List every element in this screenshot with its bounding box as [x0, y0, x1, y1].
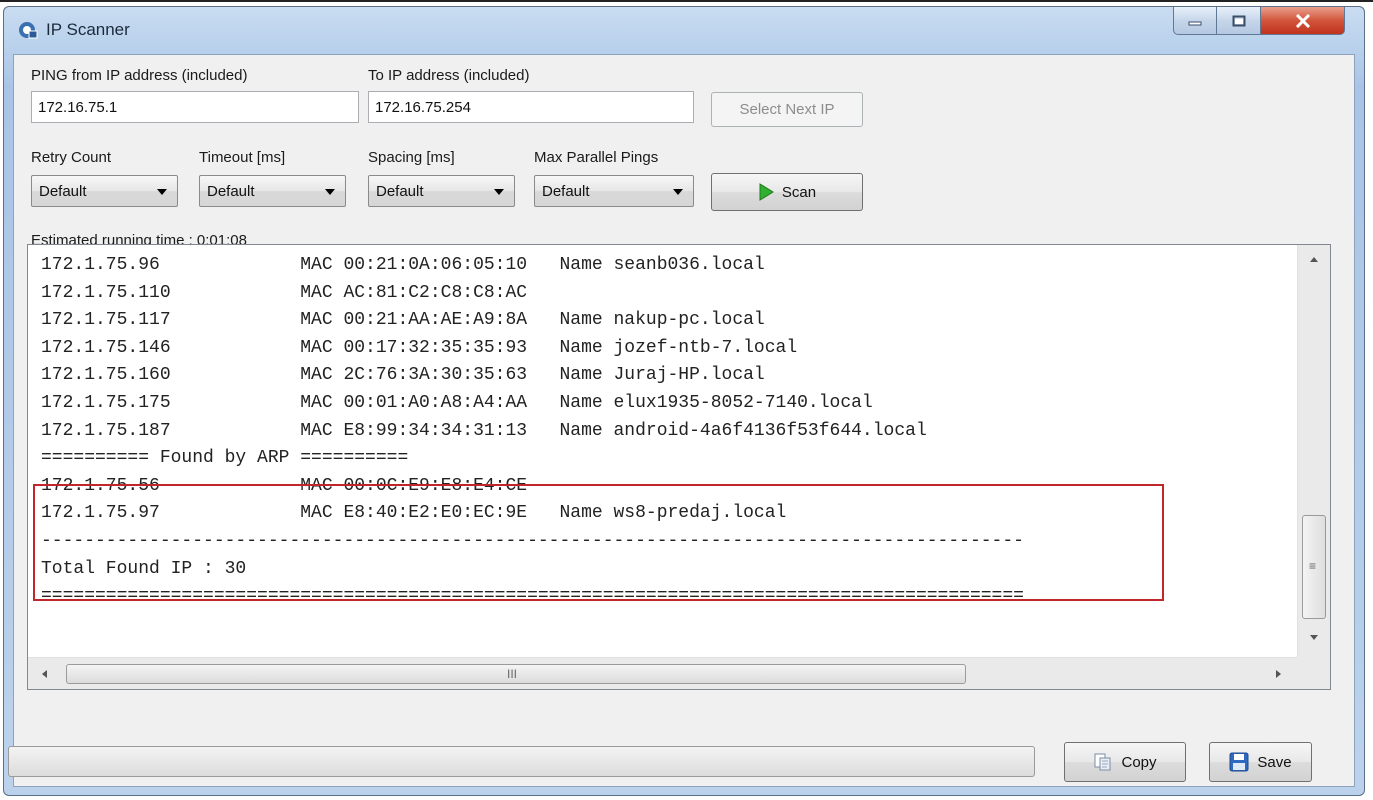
- floppy-disk-icon: [1229, 752, 1249, 772]
- window-title: IP Scanner: [46, 20, 130, 39]
- max-parallel-pings-value: Default: [542, 183, 590, 200]
- to-ip-label: To IP address (included): [368, 67, 530, 84]
- retry-count-select[interactable]: Default: [31, 175, 178, 207]
- minimize-icon: [1188, 21, 1202, 25]
- result-line: Total Found IP : 30: [41, 558, 247, 579]
- scan-results-textarea[interactable]: 172.1.75.96 MAC 00:21:0A:06:05:10 Name s…: [27, 244, 1331, 690]
- result-line: ----------------------------------------…: [41, 530, 1024, 551]
- maximize-button[interactable]: [1217, 7, 1261, 35]
- max-parallel-pings-select[interactable]: Default: [534, 175, 694, 207]
- select-next-ip-button[interactable]: Select Next IP: [711, 92, 863, 127]
- result-line: 172.1.75.146 MAC 00:17:32:35:35:93 Name …: [41, 337, 798, 358]
- grip-icon: ≡: [1309, 559, 1317, 573]
- chevron-down-icon: [157, 189, 167, 195]
- spacing-label: Spacing [ms]: [368, 149, 455, 166]
- scrollbar-corner: [1297, 657, 1330, 689]
- ip-scanner-window: IP Scanner PING from IP address (include…: [3, 6, 1365, 796]
- scroll-right-arrow-icon[interactable]: [1276, 670, 1281, 678]
- result-line: 172.1.75.110 MAC AC:81:C2:C8:C8:AC: [41, 282, 528, 303]
- save-button[interactable]: Save: [1209, 742, 1312, 782]
- minimize-button[interactable]: [1173, 7, 1217, 35]
- horizontal-scrollbar[interactable]: III: [28, 657, 1297, 689]
- copy-icon: [1094, 753, 1111, 771]
- chevron-down-icon: [494, 189, 504, 195]
- progress-bar: [8, 746, 1035, 777]
- scroll-up-arrow-icon[interactable]: [1310, 257, 1318, 262]
- close-icon: [1295, 13, 1310, 28]
- result-lines: 172.1.75.96 MAC 00:21:0A:06:05:10 Name s…: [41, 252, 1024, 611]
- copy-label: Copy: [1121, 753, 1157, 771]
- copy-button[interactable]: Copy: [1064, 742, 1186, 782]
- select-next-ip-label: Select Next IP: [739, 101, 835, 118]
- result-line: ========================================…: [41, 586, 1024, 607]
- close-button[interactable]: [1261, 7, 1345, 35]
- grip-icon: III: [507, 667, 518, 681]
- result-line: 172.1.75.97 MAC E8:40:E2:E0:EC:9E Name w…: [41, 503, 787, 524]
- spacing-select[interactable]: Default: [368, 175, 515, 207]
- result-line: 172.1.75.175 MAC 00:01:A0:A8:A4:AA Name …: [41, 392, 873, 413]
- top-edge-line: [0, 0, 1373, 2]
- result-line: 172.1.75.187 MAC E8:99:34:34:31:13 Name …: [41, 420, 927, 441]
- max-parallel-pings-label: Max Parallel Pings: [534, 149, 659, 166]
- maximize-icon: [1232, 15, 1245, 26]
- result-line: ========== Found by ARP ==========: [41, 448, 409, 469]
- from-ip-label: PING from IP address (included): [31, 67, 248, 84]
- scan-button[interactable]: Scan: [711, 173, 863, 211]
- result-line: 172.1.75.56 MAC 00:0C:E9:E8:E4:CE: [41, 475, 528, 496]
- result-line: 172.1.75.117 MAC 00:21:AA:AE:A9:8A Name …: [41, 310, 765, 331]
- app-icon: [19, 22, 38, 39]
- play-icon: [759, 183, 774, 201]
- to-ip-input[interactable]: 172.16.75.254: [368, 91, 694, 123]
- result-line: 172.1.75.96 MAC 00:21:0A:06:05:10 Name s…: [41, 255, 765, 275]
- timeout-value: Default: [207, 183, 255, 200]
- scroll-left-arrow-icon[interactable]: [42, 670, 47, 678]
- chevron-down-icon: [325, 189, 335, 195]
- timeout-label: Timeout [ms]: [199, 149, 286, 166]
- from-ip-input[interactable]: 172.16.75.1: [31, 91, 359, 123]
- vertical-scroll-thumb[interactable]: ≡: [1302, 515, 1326, 619]
- retry-count-label: Retry Count: [31, 149, 112, 166]
- chevron-down-icon: [673, 189, 683, 195]
- retry-count-value: Default: [39, 183, 87, 200]
- title-bar[interactable]: IP Scanner: [4, 7, 1364, 53]
- spacing-value: Default: [376, 183, 424, 200]
- horizontal-scroll-thumb[interactable]: III: [66, 664, 966, 684]
- save-label: Save: [1257, 753, 1292, 771]
- scan-label: Scan: [781, 183, 817, 201]
- timeout-select[interactable]: Default: [199, 175, 346, 207]
- result-line: 172.1.75.160 MAC 2C:76:3A:30:35:63 Name …: [41, 365, 765, 386]
- vertical-scrollbar[interactable]: ≡: [1297, 245, 1330, 657]
- scroll-down-arrow-icon[interactable]: [1310, 635, 1318, 640]
